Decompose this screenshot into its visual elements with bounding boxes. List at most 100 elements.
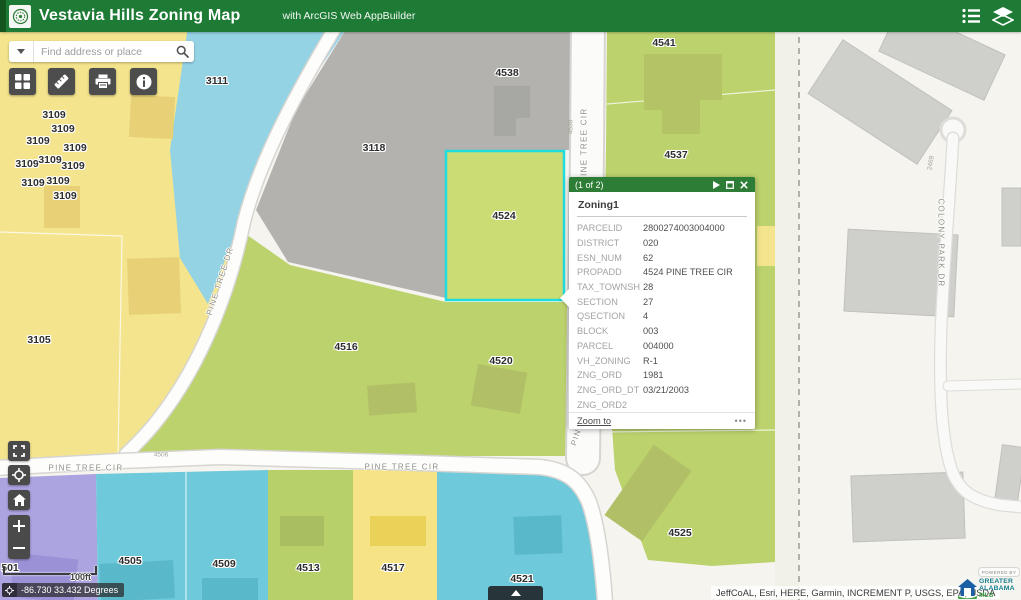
zoom-control bbox=[8, 515, 30, 559]
popup-pointer bbox=[560, 289, 569, 307]
search-source-dropdown[interactable] bbox=[9, 41, 34, 62]
parcel-label: 3109 bbox=[46, 175, 69, 187]
popup-next-button[interactable] bbox=[709, 178, 723, 191]
attribute-list: PARCELID2800274003004000 DISTRICT020 ESN… bbox=[577, 217, 747, 412]
basemap-gallery-button[interactable] bbox=[9, 68, 36, 95]
page-title: Vestavia Hills Zoning Map bbox=[39, 7, 241, 25]
locate-icon bbox=[12, 468, 26, 482]
search-input[interactable] bbox=[34, 46, 170, 58]
parcel-label: 3109 bbox=[38, 154, 61, 166]
parcel-label: 3118 bbox=[363, 142, 386, 154]
city-seal-logo bbox=[9, 5, 31, 28]
mls-text-line1: GREATER bbox=[979, 578, 1015, 585]
parcel-label: 4509 bbox=[212, 558, 235, 570]
attribute-row: TAX_TOWNSH28 bbox=[577, 280, 747, 295]
selected-parcel-highlight[interactable] bbox=[446, 151, 564, 300]
popup-close-button[interactable] bbox=[737, 178, 751, 191]
coordinates-widget: -86.730 33.432 Degrees bbox=[2, 583, 124, 597]
popup-header: (1 of 2) bbox=[569, 177, 755, 192]
page-subtitle: with ArcGIS Web AppBuilder bbox=[283, 10, 416, 22]
layers-button[interactable] bbox=[991, 4, 1015, 28]
header-edge-strip bbox=[0, 0, 6, 32]
printer-icon bbox=[95, 74, 111, 89]
powered-by-badge: POWERED BY bbox=[978, 567, 1020, 577]
parcel-label: 4521 bbox=[510, 573, 533, 585]
fullscreen-icon bbox=[13, 445, 25, 457]
my-location-button[interactable] bbox=[8, 465, 30, 485]
zoom-in-button[interactable] bbox=[8, 515, 30, 537]
popup-title: Zoning1 bbox=[577, 197, 747, 217]
parcel-label: 3109 bbox=[26, 135, 49, 147]
attribute-table-toggle[interactable] bbox=[488, 586, 543, 600]
attribution-text: JeffCoAL, Esri, HERE, Garmin, INCREMENT … bbox=[716, 588, 995, 598]
home-icon bbox=[13, 494, 26, 506]
mls-text-line2: ALABAMA bbox=[979, 585, 1015, 592]
parcel-label: 4520 bbox=[489, 355, 512, 367]
attribute-row: PARCELID2800274003004000 bbox=[577, 221, 747, 236]
attribute-row: ZNG_ORD_DT03/21/2003 bbox=[577, 383, 747, 398]
address-label: 4530 bbox=[568, 120, 575, 134]
legend-button[interactable] bbox=[959, 4, 983, 28]
attribute-row: PROPADD4524 PINE TREE CIR bbox=[577, 265, 747, 280]
parcel-label: 3109 bbox=[61, 160, 84, 172]
map-attribution: JeffCoAL, Esri, HERE, Garmin, INCREMENT … bbox=[711, 586, 1000, 599]
feature-popup: (1 of 2) Zoning1 PARCELID280027400300400… bbox=[569, 177, 755, 429]
parcel-label: 4541 bbox=[652, 37, 675, 49]
home-button[interactable] bbox=[8, 490, 30, 510]
close-icon bbox=[740, 181, 748, 189]
search-icon bbox=[176, 45, 189, 58]
more-options-button[interactable]: ••• bbox=[735, 416, 747, 426]
attribute-row: SECTION27 bbox=[577, 294, 747, 309]
coordinates-readout: -86.730 33.432 Degrees bbox=[17, 585, 124, 595]
parcel-label: 4524 bbox=[492, 210, 515, 222]
parcel-label: 4537 bbox=[664, 149, 687, 161]
mls-text-line3: MLS bbox=[979, 592, 1015, 599]
chevron-up-icon bbox=[511, 590, 521, 596]
search-button[interactable] bbox=[170, 45, 194, 58]
legend-icon bbox=[961, 7, 981, 25]
chevron-down-icon bbox=[17, 49, 25, 54]
attribute-row: ZNG_ORD2 bbox=[577, 397, 747, 412]
greater-alabama-mls-logo[interactable]: POWERED BY GREATER ALABAMA MLS bbox=[958, 573, 1020, 599]
print-button[interactable] bbox=[89, 68, 116, 95]
info-button[interactable] bbox=[130, 68, 157, 95]
scale-label: 100ft bbox=[70, 572, 91, 582]
parcel-label: 3109 bbox=[42, 109, 65, 121]
parcel-label: 3109 bbox=[21, 177, 44, 189]
popup-maximize-button[interactable] bbox=[723, 178, 737, 191]
parcel-label: 3109 bbox=[63, 142, 86, 154]
parcel-label: 4516 bbox=[334, 341, 357, 353]
attribute-row: ZNG_ORD1981 bbox=[577, 368, 747, 383]
attribute-row: DISTRICT020 bbox=[577, 236, 747, 251]
zoom-out-button[interactable] bbox=[8, 537, 30, 559]
capture-coordinates-button[interactable] bbox=[2, 583, 17, 597]
maximize-icon bbox=[726, 181, 734, 189]
street-label: PINE TREE CIR bbox=[49, 464, 124, 473]
attribute-row: QSECTION4 bbox=[577, 309, 747, 324]
measurement-button[interactable] bbox=[48, 68, 75, 95]
street-label: COLONY PARK DR bbox=[937, 198, 946, 287]
city-seal-icon bbox=[12, 8, 29, 25]
parcel-label: 4538 bbox=[495, 67, 518, 79]
street-label: PINE TREE CIR bbox=[365, 463, 440, 472]
parcel-label: 3109 bbox=[53, 190, 76, 202]
attribute-row: BLOCK003 bbox=[577, 324, 747, 339]
parcel-label: 3109 bbox=[15, 158, 38, 170]
boundary-strip bbox=[775, 26, 799, 600]
parcel-label: 4525 bbox=[668, 527, 691, 539]
parcel-label: 4505 bbox=[118, 555, 141, 567]
fullscreen-button[interactable] bbox=[8, 441, 30, 461]
address-label: 4506 bbox=[154, 452, 168, 459]
info-icon bbox=[136, 74, 152, 90]
street-label: PINE TREE CIR bbox=[580, 108, 589, 183]
app-header: Vestavia Hills Zoning Map with ArcGIS We… bbox=[0, 0, 1021, 32]
attribute-row: PARCEL004000 bbox=[577, 339, 747, 354]
parcel-label: 4513 bbox=[296, 562, 319, 574]
layers-icon bbox=[992, 6, 1014, 26]
next-arrow-icon bbox=[713, 181, 720, 189]
zoom-to-link[interactable]: Zoom to bbox=[577, 416, 611, 426]
parcel-label: 4517 bbox=[381, 562, 404, 574]
parcel-label: 3111 bbox=[206, 75, 228, 87]
grid-icon bbox=[15, 74, 30, 89]
attribute-row: ESN_NUM62 bbox=[577, 250, 747, 265]
